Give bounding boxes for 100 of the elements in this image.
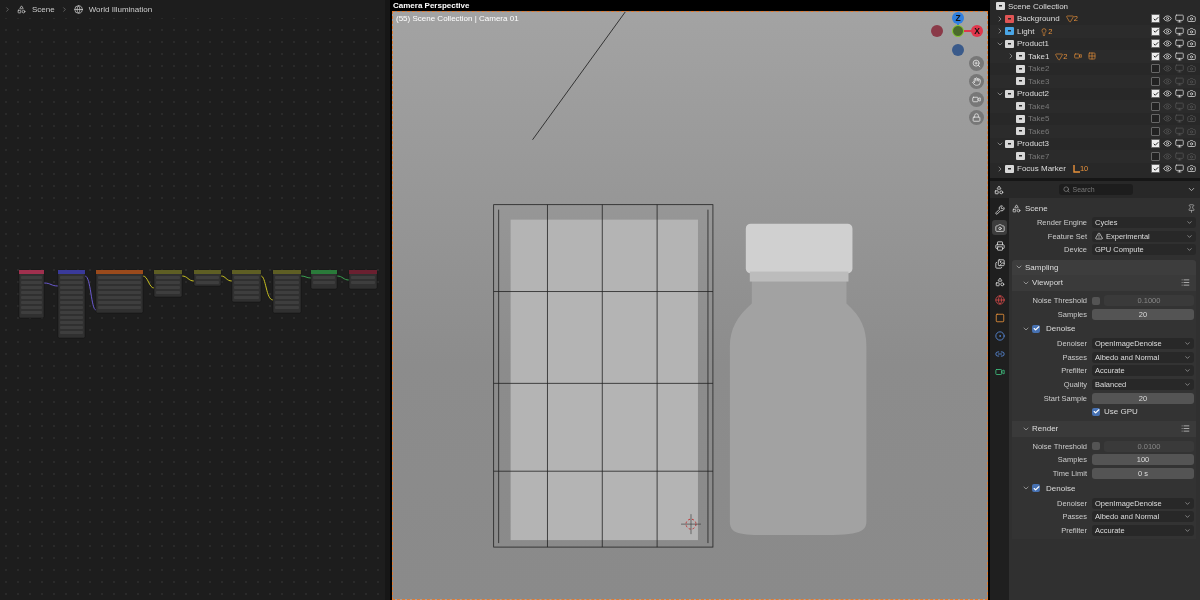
checkbox[interactable]	[1151, 51, 1160, 61]
lock-icon	[972, 113, 981, 122]
monitor-icon[interactable]	[1175, 26, 1184, 36]
search-icon	[1062, 186, 1070, 193]
node-card[interactable]	[348, 269, 378, 290]
pin-icon[interactable]	[1187, 203, 1196, 213]
collection-name[interactable]: Light	[1017, 26, 1035, 36]
collection-name[interactable]: Product2	[1017, 89, 1050, 99]
eye-icon[interactable]	[1163, 51, 1172, 61]
hand-icon	[972, 77, 981, 86]
chevron-right-icon[interactable]	[1007, 52, 1015, 61]
shapes-icon	[1012, 203, 1021, 213]
section-title: Denoise	[1046, 483, 1076, 493]
collection-name[interactable]: Take1	[1028, 51, 1050, 61]
warning-icon	[1095, 232, 1103, 241]
collection-name[interactable]: Product3	[1017, 139, 1050, 149]
pan-button[interactable]	[969, 74, 984, 89]
video-camera-icon	[972, 95, 981, 104]
checkbox[interactable]	[1092, 296, 1100, 305]
checkbox[interactable]	[1151, 39, 1160, 49]
axis-handle[interactable]	[952, 25, 964, 37]
checkbox[interactable]	[1151, 64, 1160, 74]
chevron-right-icon	[4, 5, 11, 13]
axis-handle[interactable]	[952, 44, 964, 56]
camera-viewport[interactable]: (55) Scene Collection | Camera 01 Z X	[392, 11, 988, 600]
eye-icon[interactable]	[1163, 39, 1172, 49]
node-card[interactable]	[57, 269, 86, 339]
checkbox[interactable]	[1151, 114, 1160, 124]
shapes-icon	[994, 276, 1005, 287]
eye-icon[interactable]	[1163, 164, 1172, 174]
shapes-icon	[17, 4, 26, 14]
checkbox[interactable]	[1151, 164, 1160, 174]
link-icon	[994, 348, 1005, 359]
list-icon[interactable]	[1181, 424, 1190, 434]
checkbox[interactable]	[1032, 484, 1040, 493]
collection-name[interactable]: Product1	[1017, 39, 1050, 49]
axis-handle[interactable]	[931, 25, 943, 37]
panel-title[interactable]: Sampling	[1025, 262, 1059, 272]
collection-name[interactable]: Scene Collection	[1008, 1, 1069, 11]
eye-icon[interactable]	[1163, 89, 1172, 99]
checkbox[interactable]	[1151, 76, 1160, 86]
properties-tab[interactable]	[992, 256, 1007, 271]
checkbox[interactable]	[1151, 139, 1160, 149]
eye-icon[interactable]	[1163, 139, 1172, 149]
triangle-icon	[1065, 15, 1074, 24]
properties-tab[interactable]	[992, 238, 1007, 253]
properties-tab[interactable]	[992, 220, 1007, 235]
checkbox[interactable]	[1092, 442, 1100, 451]
checkbox[interactable]	[1151, 14, 1160, 24]
chevron-right-icon[interactable]	[996, 27, 1004, 36]
globe-icon	[73, 4, 83, 14]
monitor-icon[interactable]	[1175, 89, 1184, 99]
checkbox[interactable]	[1092, 407, 1100, 416]
globe-icon	[994, 294, 1005, 305]
properties-tab[interactable]	[992, 202, 1007, 217]
editor-type-icon[interactable]	[994, 184, 1004, 195]
list-icon[interactable]	[1181, 278, 1190, 288]
wrench-icon	[994, 204, 1005, 215]
node-card[interactable]	[193, 269, 222, 287]
checkbox[interactable]	[1151, 126, 1160, 136]
node-card[interactable]	[231, 269, 262, 303]
eye-icon[interactable]	[1163, 26, 1172, 36]
camera-button[interactable]	[969, 92, 984, 107]
collection-name[interactable]: Focus Marker	[1017, 164, 1066, 174]
cursor-icon	[680, 513, 702, 535]
node-card[interactable]	[272, 269, 302, 314]
viewport-title: Camera Perspective	[392, 0, 471, 11]
checkbox[interactable]	[1151, 151, 1160, 161]
monitor-icon[interactable]	[1175, 14, 1184, 24]
axes-icon	[1071, 165, 1080, 174]
chevron-down-icon[interactable]	[1187, 185, 1196, 194]
grid-icon	[1087, 52, 1096, 61]
node-card[interactable]	[95, 269, 144, 314]
lock-button[interactable]	[969, 110, 984, 125]
axis-handle[interactable]: Z	[952, 12, 964, 24]
axis-handle[interactable]: X	[971, 25, 983, 37]
chevron-right-icon[interactable]	[996, 164, 1004, 173]
monitor-icon[interactable]	[1175, 39, 1184, 49]
eye-icon[interactable]	[1163, 14, 1172, 24]
monitor-icon[interactable]	[1175, 139, 1184, 149]
collection-name[interactable]: Background	[1017, 14, 1060, 24]
checkbox[interactable]	[1032, 324, 1040, 333]
breadcrumb-item[interactable]: Scene	[32, 4, 55, 14]
checkbox[interactable]	[1151, 89, 1160, 99]
checkbox[interactable]	[1151, 26, 1160, 36]
node-card[interactable]	[153, 269, 183, 298]
checkbox-label: Use GPU	[1104, 407, 1138, 417]
zoom-button[interactable]	[969, 56, 984, 71]
images-icon	[994, 258, 1005, 269]
node-card[interactable]	[310, 269, 338, 290]
subpanel-title[interactable]: Render	[1032, 424, 1059, 434]
monitor-icon[interactable]	[1175, 51, 1184, 61]
subpanel-title[interactable]: Viewport	[1032, 278, 1063, 288]
chevron-right-icon[interactable]	[996, 14, 1004, 23]
node-card[interactable]	[18, 269, 45, 319]
checkbox[interactable]	[1151, 101, 1160, 111]
printer-icon	[994, 240, 1005, 251]
section-title: Denoise	[1046, 324, 1076, 334]
monitor-icon[interactable]	[1175, 164, 1184, 174]
breadcrumb-item[interactable]: World Illumination	[88, 4, 153, 14]
